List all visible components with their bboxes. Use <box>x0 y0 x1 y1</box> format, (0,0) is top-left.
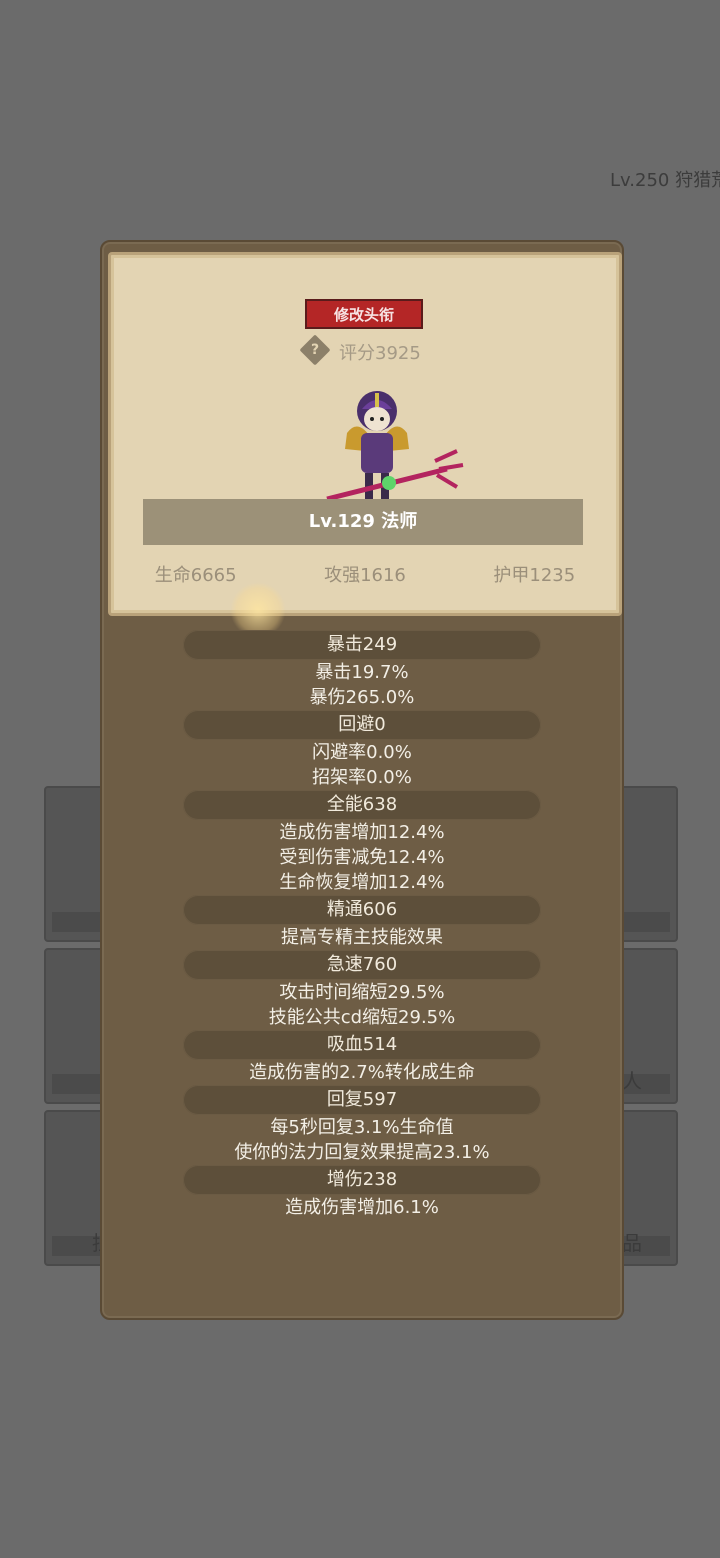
attribute-detail: 招架率0.0% <box>312 767 412 788</box>
level-class-banner: Lv.129 法师 <box>143 499 583 545</box>
attribute-detail: 暴伤265.0% <box>309 687 415 708</box>
mage-hero-icon <box>326 391 464 502</box>
attribute-detail: 受到伤害减免12.4% <box>279 847 445 868</box>
attribute-header-mastery: 精通606 <box>183 895 541 925</box>
attribute-header-haste: 急速760 <box>183 950 541 980</box>
background-level-label: Lv.250 狩猎荒 <box>610 170 720 191</box>
background-tile-label: 品 <box>622 1231 642 1255</box>
attack-stat: 攻强1616 <box>324 565 406 586</box>
edit-title-button[interactable]: 修改头衔 <box>305 299 423 329</box>
character-header-card: 修改头衔 ? 评分3925 Lv.129 法师 生命6665 攻强1616 护甲… <box>108 252 622 616</box>
hp-stat: 生命6665 <box>154 565 237 586</box>
background-tile: 拦 <box>44 1110 112 1266</box>
attribute-detail: 闪避率0.0% <box>312 742 412 763</box>
attribute-list: 暴击249 暴击19.7% 暴伤265.0% 回避0 闪避率0.0% 招架率0.… <box>102 630 622 1220</box>
attribute-detail: 造成伤害增加12.4% <box>279 822 445 843</box>
attribute-detail: 每5秒回复3.1%生命值 <box>270 1117 454 1138</box>
background-tile <box>44 786 108 942</box>
help-icon[interactable]: ? <box>299 334 331 366</box>
background-tile-label: 人 <box>622 1069 642 1093</box>
background-tile <box>44 948 108 1104</box>
character-detail-panel: 修改头衔 ? 评分3925 Lv.129 法师 生命6665 攻强1616 护甲… <box>100 240 624 1320</box>
attribute-header-lifesteal: 吸血514 <box>183 1030 541 1060</box>
attribute-detail: 造成伤害的2.7%转化成生命 <box>249 1062 475 1083</box>
armor-stat: 护甲1235 <box>493 565 576 586</box>
attribute-header-dodge: 回避0 <box>183 710 541 740</box>
attribute-header-versatility: 全能638 <box>183 790 541 820</box>
score-label: 评分3925 <box>339 343 421 364</box>
attribute-detail: 技能公共cd缩短29.5% <box>268 1007 456 1028</box>
attribute-detail: 造成伤害增加6.1% <box>285 1197 439 1218</box>
base-stats-row: 生命6665 攻强1616 护甲1235 <box>111 561 619 587</box>
attribute-detail: 暴击19.7% <box>315 662 409 683</box>
attribute-detail: 攻击时间缩短29.5% <box>279 982 445 1003</box>
attribute-header-damage-bonus: 增伤238 <box>183 1165 541 1195</box>
attribute-header-crit: 暴击249 <box>183 630 541 660</box>
attribute-detail: 生命恢复增加12.4% <box>279 872 445 893</box>
attribute-detail: 提高专精主技能效果 <box>281 927 443 948</box>
attribute-detail: 使你的法力回复效果提高23.1% <box>234 1142 490 1163</box>
attribute-header-regen: 回复597 <box>183 1085 541 1115</box>
